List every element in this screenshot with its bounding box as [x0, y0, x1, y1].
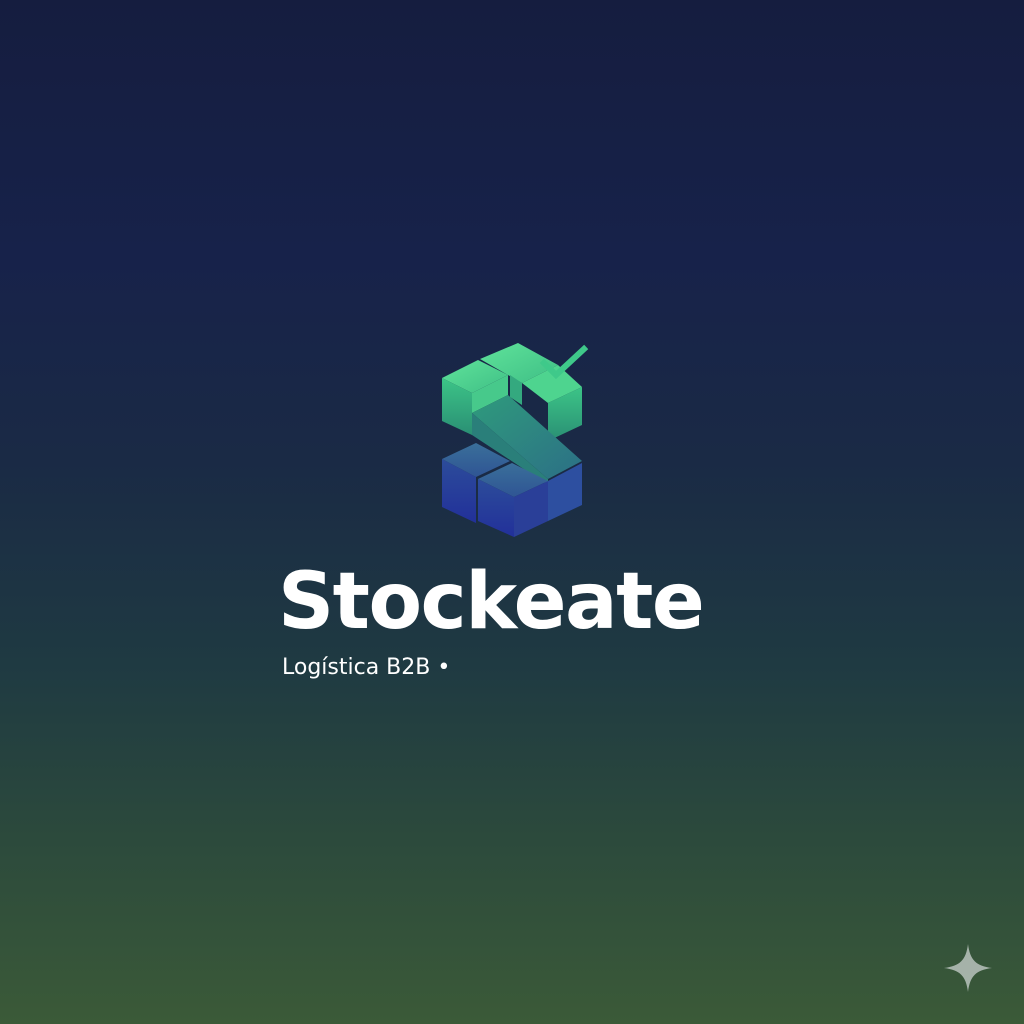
stockeate-logo-icon: [442, 343, 589, 537]
sparkle-icon: [944, 944, 992, 992]
brand-name: Stockeate: [278, 557, 705, 647]
brand-tagline: Logística B2B •: [282, 655, 451, 680]
